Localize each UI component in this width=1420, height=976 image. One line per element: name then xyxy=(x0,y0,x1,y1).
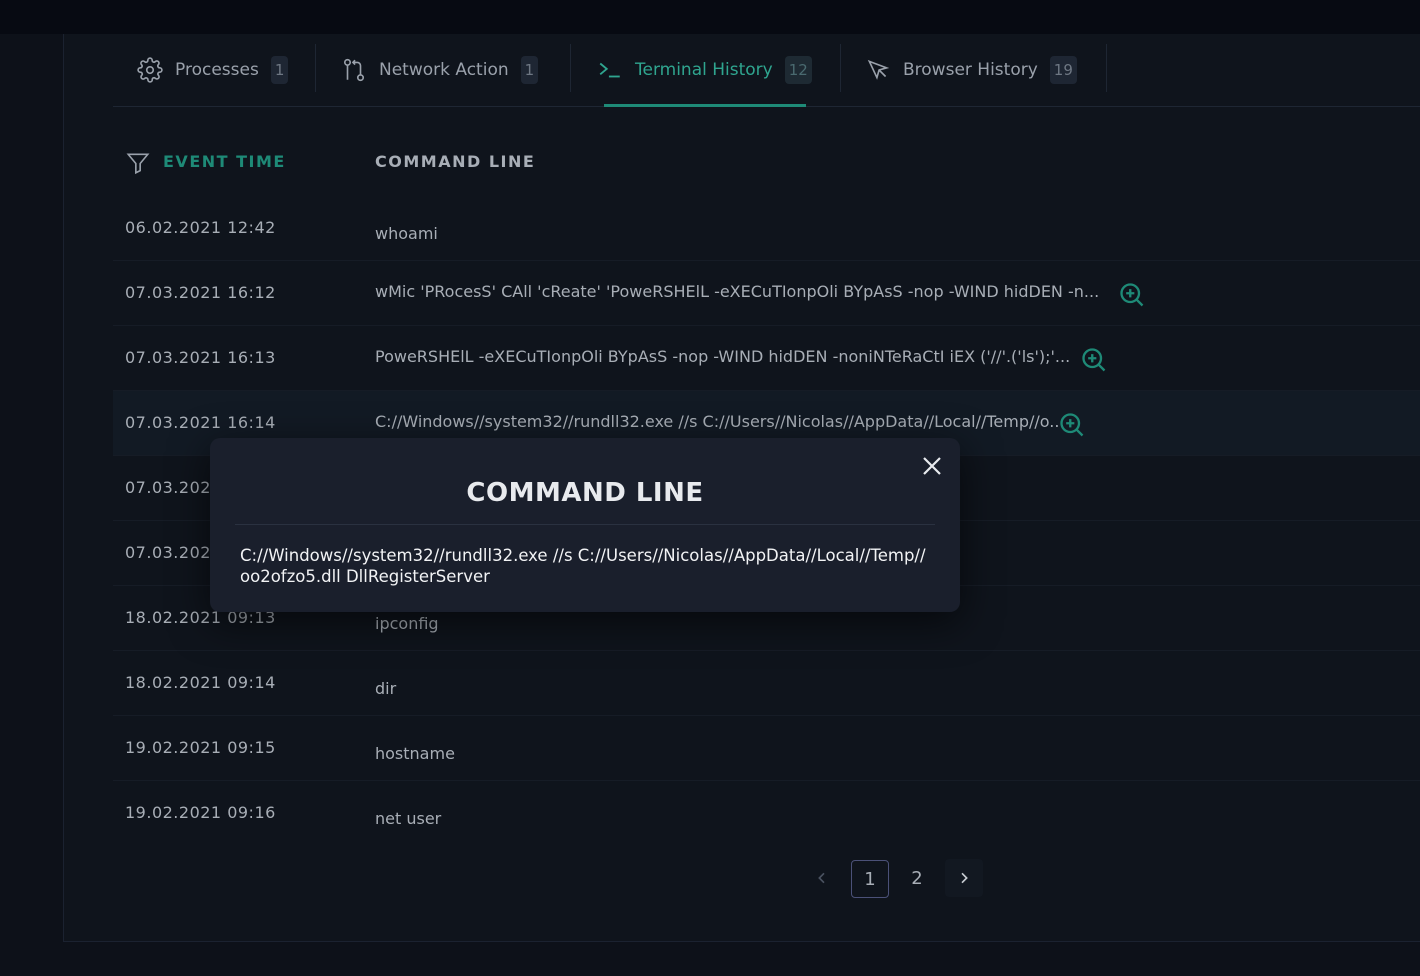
table-row: 19.02.2021 09:15 hostname xyxy=(113,716,1420,781)
modal-title: COMMAND LINE xyxy=(466,478,704,508)
tab-divider xyxy=(1106,44,1107,92)
tab-count-badge: 1 xyxy=(270,56,289,84)
tab-browser-history[interactable]: Browser History 19 xyxy=(865,34,1077,106)
table-row: 06.02.2021 12:42 whoami xyxy=(113,196,1420,261)
zoom-in-icon[interactable] xyxy=(1058,411,1086,439)
modal-divider xyxy=(235,524,935,525)
event-time: 19.02.2021 09:15 xyxy=(125,738,276,757)
tab-label: Browser History xyxy=(903,60,1038,80)
command-line: whoami xyxy=(375,224,438,243)
column-header-command-line: COMMAND LINE xyxy=(375,152,536,171)
event-time: 06.02.2021 12:42 xyxy=(125,218,276,237)
gear-icon xyxy=(137,57,163,83)
event-time: 07.03.2021 16:13 xyxy=(125,348,276,367)
column-header-event-time[interactable]: EVENT TIME xyxy=(163,152,286,171)
command-line: wMic 'PRocesS' CAll 'cReate' 'PoweRSHElL… xyxy=(375,282,1100,301)
tab-label: Processes xyxy=(175,60,259,80)
terminal-icon xyxy=(597,57,623,83)
cursor-icon xyxy=(865,57,891,83)
command-line: hostname xyxy=(375,744,455,763)
tab-count-badge: 19 xyxy=(1049,56,1077,84)
event-time: 18.02.2021 09:14 xyxy=(125,673,276,692)
command-line-modal: COMMAND LINE C://Windows//system32//rund… xyxy=(210,438,960,612)
zoom-in-icon[interactable] xyxy=(1118,281,1146,309)
tab-label: Terminal History xyxy=(635,60,773,80)
table-row: 18.02.2021 09:14 dir xyxy=(113,651,1420,716)
table-row: 07.03.2021 16:13 PoweRSHElL -eXECuTIonpO… xyxy=(113,326,1420,391)
command-line: PoweRSHElL -eXECuTIonpOli BYpAsS -nop -W… xyxy=(375,347,1071,366)
tab-bar: Processes 1 Network Action 1 Terminal Hi… xyxy=(113,34,1420,107)
chevron-left-icon xyxy=(818,872,825,884)
event-time: 07.03.202 xyxy=(125,478,211,497)
command-line: ipconfig xyxy=(375,614,439,633)
tab-count-badge: 12 xyxy=(784,56,812,84)
page-button-2[interactable]: 2 xyxy=(898,859,936,897)
active-tab-indicator xyxy=(604,104,806,107)
chevron-right-icon xyxy=(961,872,968,884)
tab-terminal-history[interactable]: Terminal History 12 xyxy=(597,34,812,106)
tab-label: Network Action xyxy=(379,60,509,80)
top-bar xyxy=(0,0,1420,34)
close-icon[interactable] xyxy=(920,454,944,478)
table-row: 19.02.2021 09:16 net user xyxy=(113,781,1420,846)
event-time: 19.02.2021 09:16 xyxy=(125,803,276,822)
event-time: 07.03.2021 16:14 xyxy=(125,413,276,432)
filter-icon[interactable] xyxy=(125,150,151,176)
zoom-in-icon[interactable] xyxy=(1080,346,1108,374)
command-line: net user xyxy=(375,809,442,828)
tab-count-badge: 1 xyxy=(520,56,539,84)
tab-divider xyxy=(840,44,841,92)
command-line: dir xyxy=(375,679,397,698)
tab-divider xyxy=(315,44,316,92)
modal-command-text: C://Windows//system32//rundll32.exe //s … xyxy=(240,546,926,586)
tab-network-action[interactable]: Network Action 1 xyxy=(341,34,539,106)
event-time: 07.03.202 xyxy=(125,543,211,562)
git-compare-icon xyxy=(341,57,367,83)
table-row: 07.03.2021 16:12 wMic 'PRocesS' CAll 'cR… xyxy=(113,261,1420,326)
tab-divider xyxy=(570,44,571,92)
event-time: 07.03.2021 16:12 xyxy=(125,283,276,302)
next-page-button[interactable] xyxy=(945,859,983,897)
tab-processes[interactable]: Processes 1 xyxy=(137,34,289,106)
command-line: C://Windows//system32//rundll32.exe //s … xyxy=(375,412,1065,431)
prev-page-button[interactable] xyxy=(803,859,841,897)
page-button-1[interactable]: 1 xyxy=(851,860,889,898)
